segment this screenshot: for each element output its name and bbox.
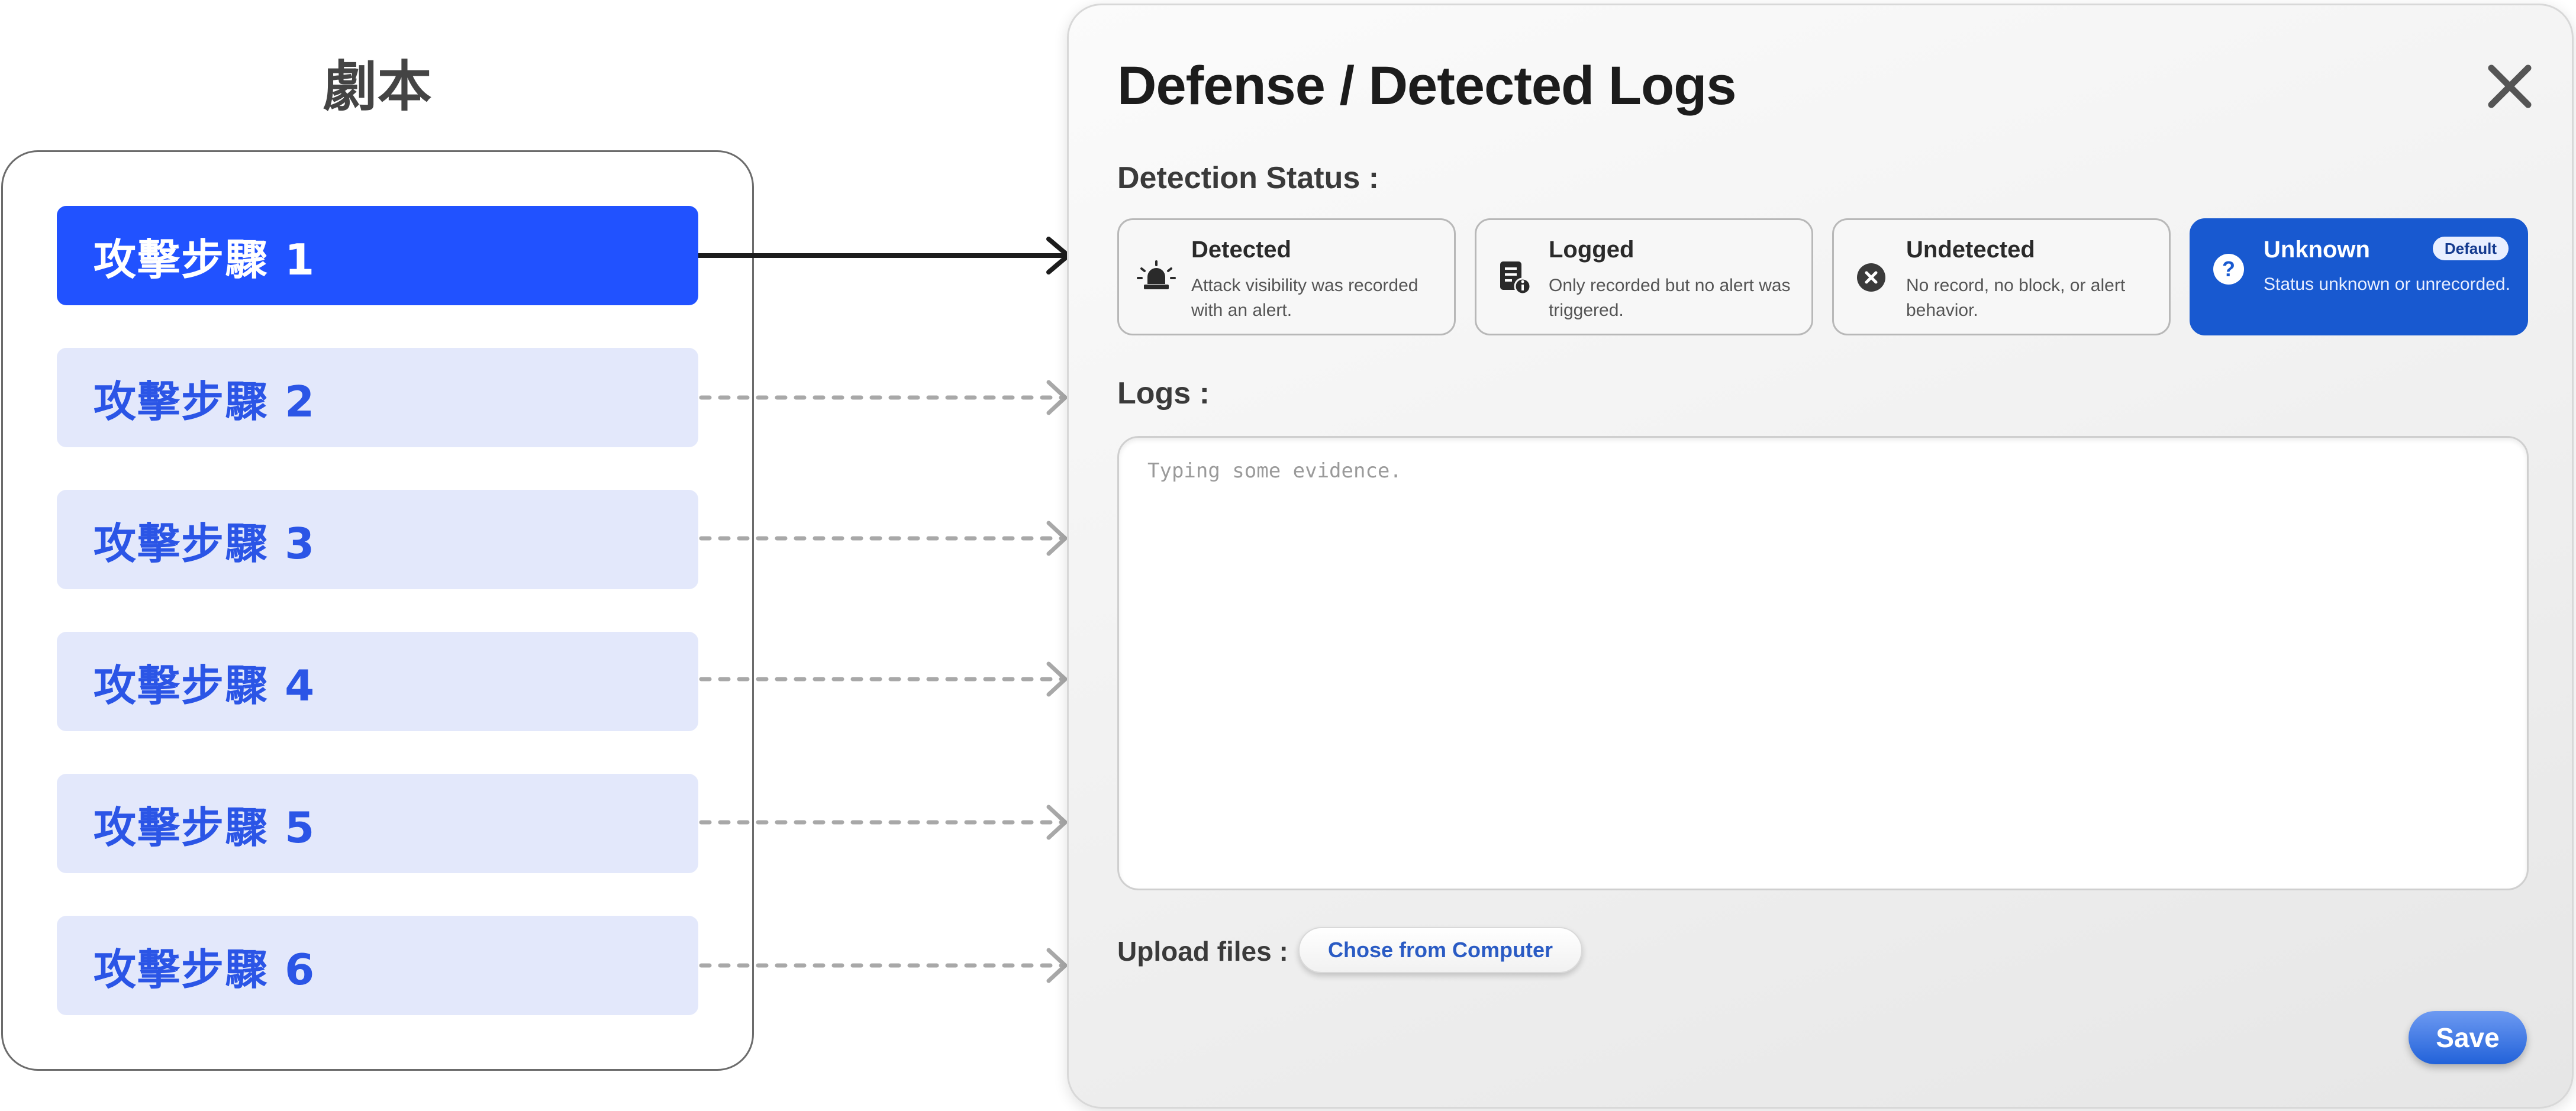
status-description: Status unknown or unrecorded. xyxy=(2264,274,2510,294)
x-circle-icon xyxy=(1850,257,1892,298)
svg-text:?: ? xyxy=(2222,257,2235,281)
close-icon[interactable] xyxy=(2483,60,2536,113)
status-name: Logged xyxy=(1549,237,1634,263)
status-description: Only recorded but no alert was triggered… xyxy=(1549,276,1791,320)
arrow-step-4 xyxy=(699,661,1068,697)
status-option-detected[interactable]: Detected Attack visibility was recorded … xyxy=(1117,218,1456,335)
attack-step-2[interactable]: 攻擊步驟 2 xyxy=(57,348,698,447)
logs-textarea[interactable] xyxy=(1117,436,2529,890)
choose-from-computer-button[interactable]: Chose from Computer xyxy=(1298,927,1582,973)
siren-icon xyxy=(1136,257,1177,298)
status-option-unknown[interactable]: ? Unknown Status unknown or unrecorded. … xyxy=(2190,218,2528,335)
attack-step-3[interactable]: 攻擊步驟 3 xyxy=(57,490,698,589)
arrow-step-6 xyxy=(699,948,1068,983)
default-badge: Default xyxy=(2432,237,2509,260)
attack-step-1[interactable]: 攻擊步驟 1 xyxy=(57,206,698,305)
status-name: Undetected xyxy=(1906,237,2035,263)
logs-label: Logs : xyxy=(1117,376,1210,411)
attack-step-6[interactable]: 攻擊步驟 6 xyxy=(57,916,698,1015)
status-option-logged[interactable]: Logged Only recorded but no alert was tr… xyxy=(1475,218,1813,335)
detection-status-options: Detected Attack visibility was recorded … xyxy=(1117,218,2529,337)
arrow-step-5 xyxy=(699,805,1068,840)
status-option-undetected[interactable]: Undetected No record, no block, or alert… xyxy=(1832,218,2171,335)
save-button[interactable]: Save xyxy=(2409,1011,2527,1064)
status-description: Attack visibility was recorded with an a… xyxy=(1191,276,1418,320)
upload-files-label: Upload files : xyxy=(1117,936,1288,967)
workflow-canvas: 劇本 攻擊步驟 1 攻擊步驟 2 攻擊步驟 3 攻擊步驟 4 攻擊步驟 5 攻擊… xyxy=(0,0,2576,1111)
status-name: Detected xyxy=(1191,237,1291,263)
arrow-step-2 xyxy=(699,380,1068,415)
status-name: Unknown xyxy=(2264,237,2370,263)
modal-title: Defense / Detected Logs xyxy=(1117,56,1737,116)
detected-logs-modal: Defense / Detected Logs Detection Status… xyxy=(1067,4,2574,1109)
attack-step-4[interactable]: 攻擊步驟 4 xyxy=(57,632,698,731)
script-title: 劇本 xyxy=(323,55,432,118)
arrow-step-3 xyxy=(699,521,1068,556)
question-circle-icon: ? xyxy=(2208,248,2249,290)
log-info-icon xyxy=(1493,257,1534,298)
detection-status-label: Detection Status : xyxy=(1117,161,1379,195)
status-description: No record, no block, or alert behavior. xyxy=(1906,276,2126,320)
attack-step-5[interactable]: 攻擊步驟 5 xyxy=(57,774,698,873)
